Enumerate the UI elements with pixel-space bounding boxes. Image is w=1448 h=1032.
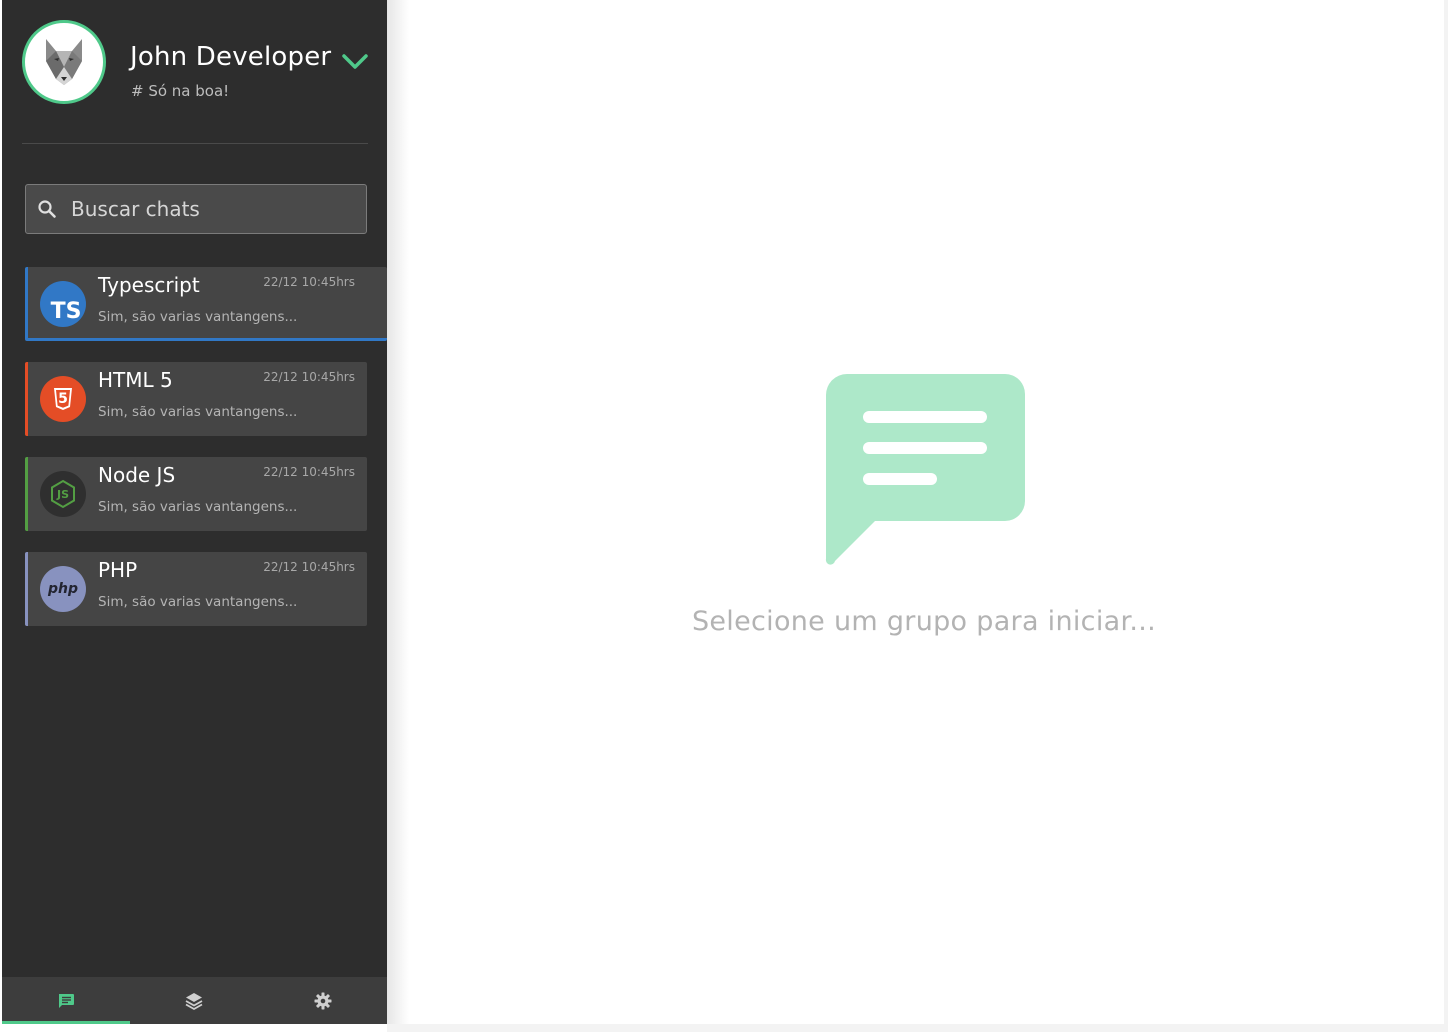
empty-chat-icon [825, 374, 1025, 565]
user-status: # Só na boa! [131, 82, 230, 100]
chat-name: Node JS [98, 463, 176, 487]
chat-time: 22/12 10:45hrs [263, 275, 355, 289]
chat-time: 22/12 10:45hrs [263, 465, 355, 479]
chat-name: Typescript [98, 273, 200, 297]
bottom-nav [2, 977, 387, 1024]
chat-preview: Sim, são varias vantangens... [98, 499, 298, 515]
tab-settings[interactable] [259, 977, 387, 1024]
main-panel: Selecione um grupo para iniciar... [409, 0, 1444, 1024]
gear-icon [314, 992, 332, 1009]
typescript-icon-label: TS [50, 298, 82, 324]
chat-item-php[interactable]: php PHP 22/12 10:45hrs Sim, são varias v… [25, 552, 367, 626]
nodejs-icon-label: JS [56, 487, 69, 501]
sidebar: John Developer # Só na boa! TS Typescrip… [2, 0, 387, 1024]
html5-icon-label: 5 [58, 391, 68, 407]
typescript-icon: TS [40, 281, 86, 327]
chevron-down-icon[interactable] [340, 50, 370, 74]
php-icon-label: php [47, 581, 78, 597]
chat-preview: Sim, são varias vantangens... [98, 404, 298, 420]
chat-time: 22/12 10:45hrs [263, 370, 355, 384]
user-name: John Developer [130, 42, 332, 72]
sidebar-shadow [387, 0, 409, 1024]
window-bottom-edge [387, 1024, 1448, 1032]
chat-preview: Sim, são varias vantangens... [98, 594, 298, 610]
chat-preview: Sim, são varias vantangens... [98, 309, 298, 325]
profile-header: John Developer # Só na boa! [22, 20, 368, 144]
tab-layers[interactable] [130, 977, 258, 1024]
html5-icon: 5 [40, 376, 86, 422]
chat-item-html5[interactable]: 5 HTML 5 22/12 10:45hrs Sim, são varias … [25, 362, 367, 436]
search-input[interactable] [71, 185, 361, 233]
avatar[interactable] [22, 20, 106, 104]
nodejs-icon: JS [40, 471, 86, 517]
tab-chats[interactable] [2, 977, 131, 1024]
chat-icon [59, 993, 75, 1008]
wolf-icon [46, 39, 82, 85]
chat-item-typescript[interactable]: TS Typescript 22/12 10:45hrs Sim, são va… [25, 267, 387, 341]
php-icon: php [40, 566, 86, 612]
chat-name: HTML 5 [98, 368, 173, 392]
chat-time: 22/12 10:45hrs [263, 560, 355, 574]
chat-item-nodejs[interactable]: JS Node JS 22/12 10:45hrs Sim, são varia… [25, 457, 367, 531]
window-right-edge [1444, 0, 1448, 1032]
empty-state-message: Selecione um grupo para iniciar... [691, 606, 1157, 637]
layers-icon [186, 992, 203, 1010]
search-icon [38, 200, 56, 218]
search-box [25, 184, 367, 234]
chat-name: PHP [98, 558, 138, 582]
